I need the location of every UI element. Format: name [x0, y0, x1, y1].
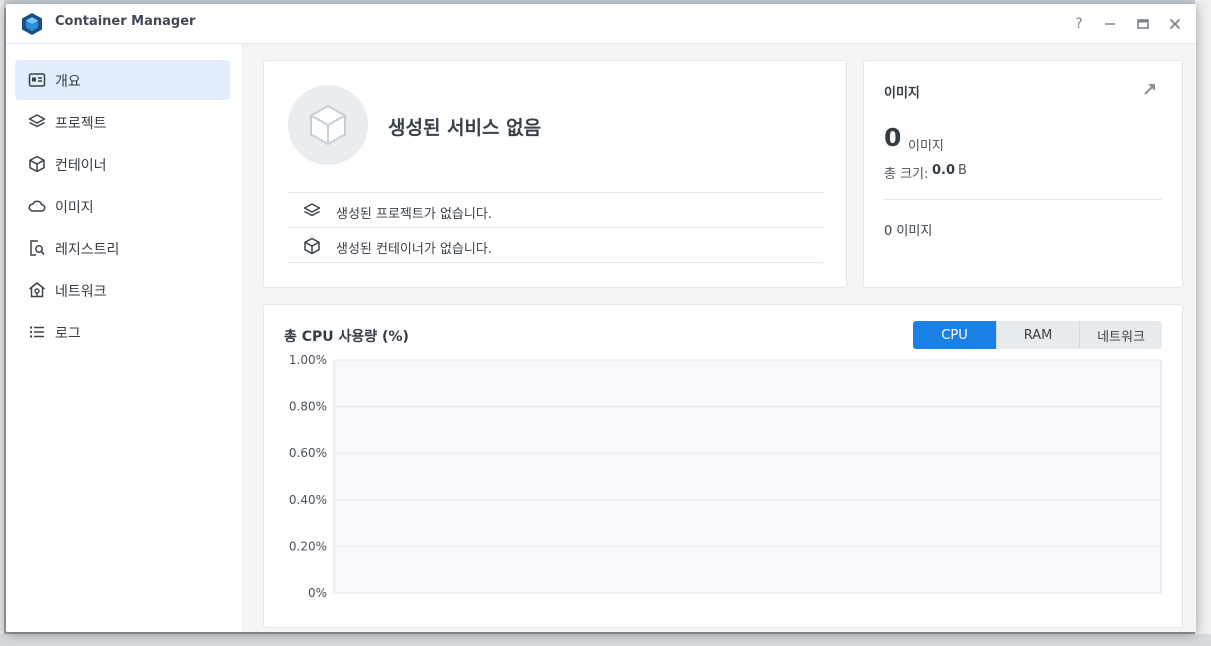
y-tick-label: 0.20%: [289, 539, 327, 553]
sidebar-item-container[interactable]: 컨테이너: [15, 144, 230, 184]
cloud-icon: [28, 200, 46, 212]
project-status-text: 생성된 프로젝트가 없습니다.: [336, 207, 492, 222]
images-card: 이미지 0 이미지 총 크기: 0.0 B 0 이미지: [863, 60, 1183, 288]
sidebar-item-network[interactable]: 네트워크: [15, 270, 230, 310]
y-tick-label: 0.80%: [289, 400, 327, 414]
sidebar-item-project[interactable]: 프로젝트: [15, 102, 230, 142]
open-arrow-icon[interactable]: [1142, 81, 1158, 97]
list-icon: [30, 326, 44, 338]
close-icon: [1169, 18, 1181, 30]
maximize-button[interactable]: [1133, 14, 1153, 34]
image-count: 0: [884, 123, 902, 152]
container-manager-logo-icon: [22, 13, 42, 35]
help-button[interactable]: ?: [1069, 14, 1089, 34]
container-status-row: 생성된 컨테이너가 없습니다.: [288, 227, 823, 263]
services-empty-title: 생성된 서비스 없음: [388, 117, 542, 139]
sidebar: 개요 프로젝트 컨테이너 이미지 레지스트리 네트워크 로그: [6, 44, 243, 632]
maximize-icon: [1137, 19, 1149, 29]
sidebar-item-label: 이미지: [55, 200, 94, 216]
sidebar-item-label: 레지스트리: [55, 242, 120, 258]
y-tick-label: 0.60%: [289, 446, 327, 460]
sidebar-item-label: 로그: [55, 326, 81, 342]
images-card-title: 이미지: [884, 86, 920, 101]
desktop-background-left: [0, 0, 4, 646]
desktop-background-right: [1195, 0, 1211, 646]
sidebar-item-label: 프로젝트: [55, 116, 107, 132]
close-button[interactable]: [1165, 14, 1185, 34]
cube-icon: [304, 237, 320, 255]
overview-icon: [28, 73, 46, 87]
sidebar-item-registry[interactable]: 레지스트리: [15, 228, 230, 268]
title-bar[interactable]: Container Manager ?: [6, 4, 1196, 44]
sidebar-item-label: 개요: [55, 74, 81, 90]
sidebar-item-overview[interactable]: 개요: [15, 60, 230, 100]
network-house-icon: [29, 282, 45, 298]
container-status-text: 생성된 컨테이너가 없습니다.: [336, 242, 492, 257]
desktop-background-bottom: [0, 634, 1211, 646]
sidebar-item-log[interactable]: 로그: [15, 312, 230, 352]
window-title: Container Manager: [55, 14, 196, 29]
image-count-unit: 이미지: [908, 139, 944, 154]
services-card: 생성된 서비스 없음 생성된 프로젝트가 없습니다. 생성된 컨테이너가 없습니…: [263, 60, 847, 288]
cube-icon: [310, 105, 346, 145]
cpu-usage-chart: 1.00% 0.80% 0.60% 0.40% 0.20% 0%: [289, 353, 1162, 600]
total-size-unit: B: [958, 163, 967, 178]
sidebar-item-label: 네트워크: [55, 284, 107, 300]
minimize-icon: [1105, 23, 1115, 25]
y-tick-label: 0.40%: [289, 493, 327, 507]
project-status-row: 생성된 프로젝트가 없습니다.: [288, 192, 823, 228]
divider: [884, 199, 1162, 200]
sidebar-item-label: 컨테이너: [55, 158, 107, 174]
sidebar-item-image[interactable]: 이미지: [15, 186, 230, 226]
registry-search-icon: [30, 240, 45, 256]
chart-plot-area: [333, 359, 1162, 594]
cube-icon: [29, 155, 45, 173]
image-summary: 0 이미지: [884, 224, 933, 239]
minimize-button[interactable]: [1100, 14, 1120, 34]
main-content: 생성된 서비스 없음 생성된 프로젝트가 없습니다. 생성된 컨테이너가 없습니…: [243, 44, 1196, 632]
y-tick-label: 0%: [308, 586, 327, 600]
empty-services-illustration: [288, 85, 368, 165]
y-tick-label: 1.00%: [289, 353, 327, 367]
cpu-usage-card: 총 CPU 사용량 (%) CPU RAM 네트워크 1.00% 0.80% 0.6…: [263, 304, 1183, 628]
layers-icon: [28, 114, 46, 128]
layers-icon: [303, 203, 321, 217]
total-size-value: 0.0: [932, 163, 956, 178]
total-size-label: 총 크기:: [884, 167, 929, 182]
app-window: Container Manager ? 개요 프로젝트 컨테이너 이미지 레지스…: [6, 4, 1196, 632]
